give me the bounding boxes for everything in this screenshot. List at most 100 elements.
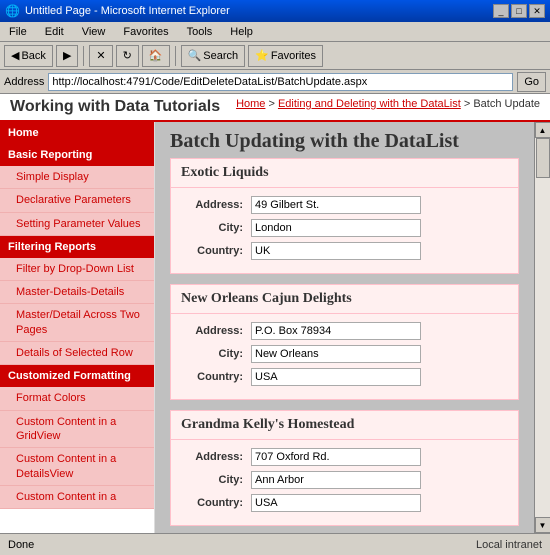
address-label: Address [4,76,44,88]
sidebar-section-basic-reporting[interactable]: Basic Reporting [0,144,154,166]
city-label-1: City: [181,348,251,360]
title-bar-left: 🌐 Untitled Page - Microsoft Internet Exp… [5,4,230,18]
status-bar: Done Local intranet [0,533,550,555]
toolbar-separator-2 [175,46,176,66]
back-button[interactable]: ◀ Back [4,45,53,67]
menu-tools[interactable]: Tools [183,25,217,39]
page-content: Home Basic Reporting Simple Display Decl… [0,122,550,533]
refresh-button[interactable]: ↻ [116,45,139,67]
city-input-2[interactable] [251,471,421,489]
browser-window: 🌐 Untitled Page - Microsoft Internet Exp… [0,0,550,555]
city-label-2: City: [181,474,251,486]
scroll-down-button[interactable]: ▼ [535,517,550,533]
scroll-up-button[interactable]: ▲ [535,122,550,138]
address-bar: Address Go [0,70,550,94]
sidebar-item-details-selected-row[interactable]: Details of Selected Row [0,342,154,365]
country-label-1: Country: [181,371,251,383]
sidebar-item-custom-content-other[interactable]: Custom Content in a [0,486,154,509]
menu-edit[interactable]: Edit [41,25,68,39]
sidebar-item-master-details[interactable]: Master-Details-Details [0,281,154,304]
status-zone: Local intranet [476,539,542,551]
country-input-1[interactable] [251,368,421,386]
window-title: Untitled Page - Microsoft Internet Explo… [25,5,230,17]
scroll-thumb[interactable] [536,138,550,178]
title-bar: 🌐 Untitled Page - Microsoft Internet Exp… [0,0,550,22]
supplier-name-0: Exotic Liquids [171,159,518,188]
sidebar-item-simple-display[interactable]: Simple Display [0,166,154,189]
toolbar: ◀ Back ▶ ✕ ↻ 🏠 🔍 Search ⭐ Favorites [0,42,550,70]
sidebar-item-master-detail-two-pages[interactable]: Master/Detail Across Two Pages [0,304,154,342]
window-controls[interactable]: _ □ ✕ [493,4,545,18]
field-row-address-1: Address: [181,322,508,340]
supplier-block-1: New Orleans Cajun Delights Address: City… [170,284,519,400]
city-input-1[interactable] [251,345,421,363]
field-row-address-2: Address: [181,448,508,466]
toolbar-separator-1 [83,46,84,66]
menu-help[interactable]: Help [226,25,257,39]
field-row-country-1: Country: [181,368,508,386]
supplier-block-2: Grandma Kelly's Homestead Address: City:… [170,410,519,526]
site-title: Working with Data Tutorials [10,98,220,116]
sidebar-section-customized-formatting[interactable]: Customized Formatting [0,365,154,387]
field-row-country-0: Country: [181,242,508,260]
supplier-fields-2: Address: City: Country: [171,440,518,525]
scrollbar[interactable]: ▲ ▼ [534,122,550,533]
page-header: Working with Data Tutorials Home > Editi… [0,94,550,122]
search-button[interactable]: 🔍 Search [181,45,246,67]
sidebar-section-filtering-reports[interactable]: Filtering Reports [0,236,154,258]
address-input-2[interactable] [251,448,421,466]
breadcrumb-link[interactable]: Editing and Deleting with the DataList [278,98,461,110]
address-label-2: Address: [181,451,251,463]
go-button[interactable]: Go [517,72,546,92]
sidebar-item-setting-parameter-values[interactable]: Setting Parameter Values [0,213,154,236]
status-text: Done [8,539,34,551]
menu-favorites[interactable]: Favorites [119,25,172,39]
field-row-country-2: Country: [181,494,508,512]
city-label-0: City: [181,222,251,234]
browser-content: Working with Data Tutorials Home > Editi… [0,94,550,533]
menu-file[interactable]: File [5,25,31,39]
page-main-header: Batch Updating with the DataList [155,122,534,158]
page-title: Batch Updating with the DataList [170,130,519,153]
field-row-city-0: City: [181,219,508,237]
address-input-0[interactable] [251,196,421,214]
country-input-2[interactable] [251,494,421,512]
address-input-1[interactable] [251,322,421,340]
breadcrumb: Home > Editing and Deleting with the Dat… [236,98,540,110]
forward-button[interactable]: ▶ [56,45,78,67]
sidebar-item-custom-content-detailsview[interactable]: Custom Content in a DetailsView [0,448,154,486]
field-row-address-0: Address: [181,196,508,214]
browser-icon: 🌐 [5,4,20,18]
sidebar-item-declarative-parameters[interactable]: Declarative Parameters [0,189,154,212]
sidebar-item-filter-dropdown[interactable]: Filter by Drop-Down List [0,258,154,281]
country-label-0: Country: [181,245,251,257]
address-label-0: Address: [181,199,251,211]
sidebar-item-format-colors[interactable]: Format Colors [0,387,154,410]
main-content-area: Batch Updating with the DataList Exotic … [155,122,534,533]
city-input-0[interactable] [251,219,421,237]
menu-view[interactable]: View [78,25,110,39]
address-input[interactable] [48,73,513,91]
stop-button[interactable]: ✕ [89,45,112,67]
minimize-button[interactable]: _ [493,4,509,18]
sidebar-item-custom-content-gridview[interactable]: Custom Content in a GridView [0,411,154,449]
breadcrumb-home[interactable]: Home [236,98,265,110]
field-row-city-1: City: [181,345,508,363]
favorites-button[interactable]: ⭐ Favorites [248,45,323,67]
close-button[interactable]: ✕ [529,4,545,18]
scroll-track[interactable] [535,138,550,517]
maximize-button[interactable]: □ [511,4,527,18]
sidebar: Home Basic Reporting Simple Display Decl… [0,122,155,533]
country-input-0[interactable] [251,242,421,260]
supplier-fields-0: Address: City: Country: [171,188,518,273]
field-row-city-2: City: [181,471,508,489]
home-button[interactable]: 🏠 [142,45,170,67]
address-label-1: Address: [181,325,251,337]
supplier-name-2: Grandma Kelly's Homestead [171,411,518,440]
menu-bar: File Edit View Favorites Tools Help [0,22,550,42]
supplier-name-1: New Orleans Cajun Delights [171,285,518,314]
country-label-2: Country: [181,497,251,509]
breadcrumb-current: Batch Update [473,98,540,110]
supplier-fields-1: Address: City: Country: [171,314,518,399]
sidebar-section-home[interactable]: Home [0,122,154,144]
